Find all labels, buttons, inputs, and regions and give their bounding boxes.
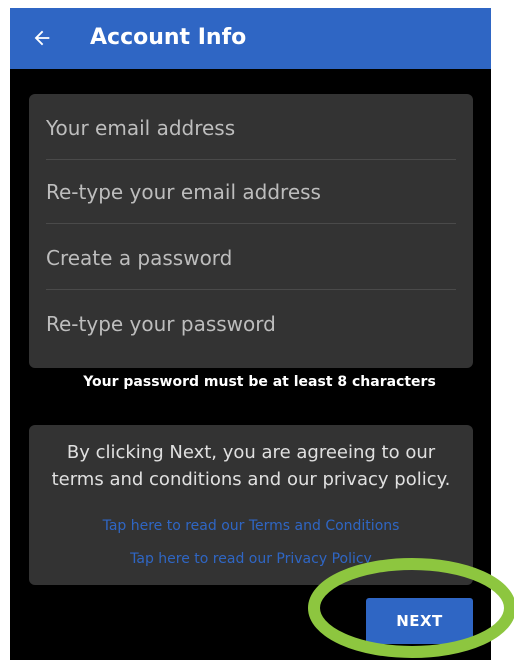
password-input[interactable] bbox=[46, 245, 456, 270]
next-button[interactable]: NEXT bbox=[366, 598, 473, 644]
back-button[interactable] bbox=[22, 18, 62, 58]
terms-card: By clicking Next, you are agreeing to ou… bbox=[29, 425, 473, 585]
email-confirm-input[interactable] bbox=[46, 179, 456, 204]
email-confirm-field-row bbox=[46, 160, 456, 224]
terms-link[interactable]: Tap here to read our Terms and Condition… bbox=[29, 518, 473, 534]
password-confirm-field-row bbox=[46, 292, 456, 356]
email-field-row bbox=[46, 96, 456, 160]
app-bar: Account Info bbox=[10, 8, 491, 69]
terms-notice: By clicking Next, you are agreeing to ou… bbox=[51, 442, 451, 490]
password-hint: Your password must be at least 8 charact… bbox=[83, 374, 436, 390]
page-title: Account Info bbox=[90, 25, 247, 50]
account-form bbox=[29, 94, 473, 368]
password-confirm-input[interactable] bbox=[46, 312, 456, 336]
app-screen: Account Info Your password must be at le… bbox=[10, 8, 491, 660]
email-input[interactable] bbox=[46, 115, 456, 140]
password-field-row bbox=[46, 226, 456, 290]
arrow-left-icon bbox=[34, 30, 50, 46]
privacy-link[interactable]: Tap here to read our Privacy Policy bbox=[29, 551, 473, 567]
